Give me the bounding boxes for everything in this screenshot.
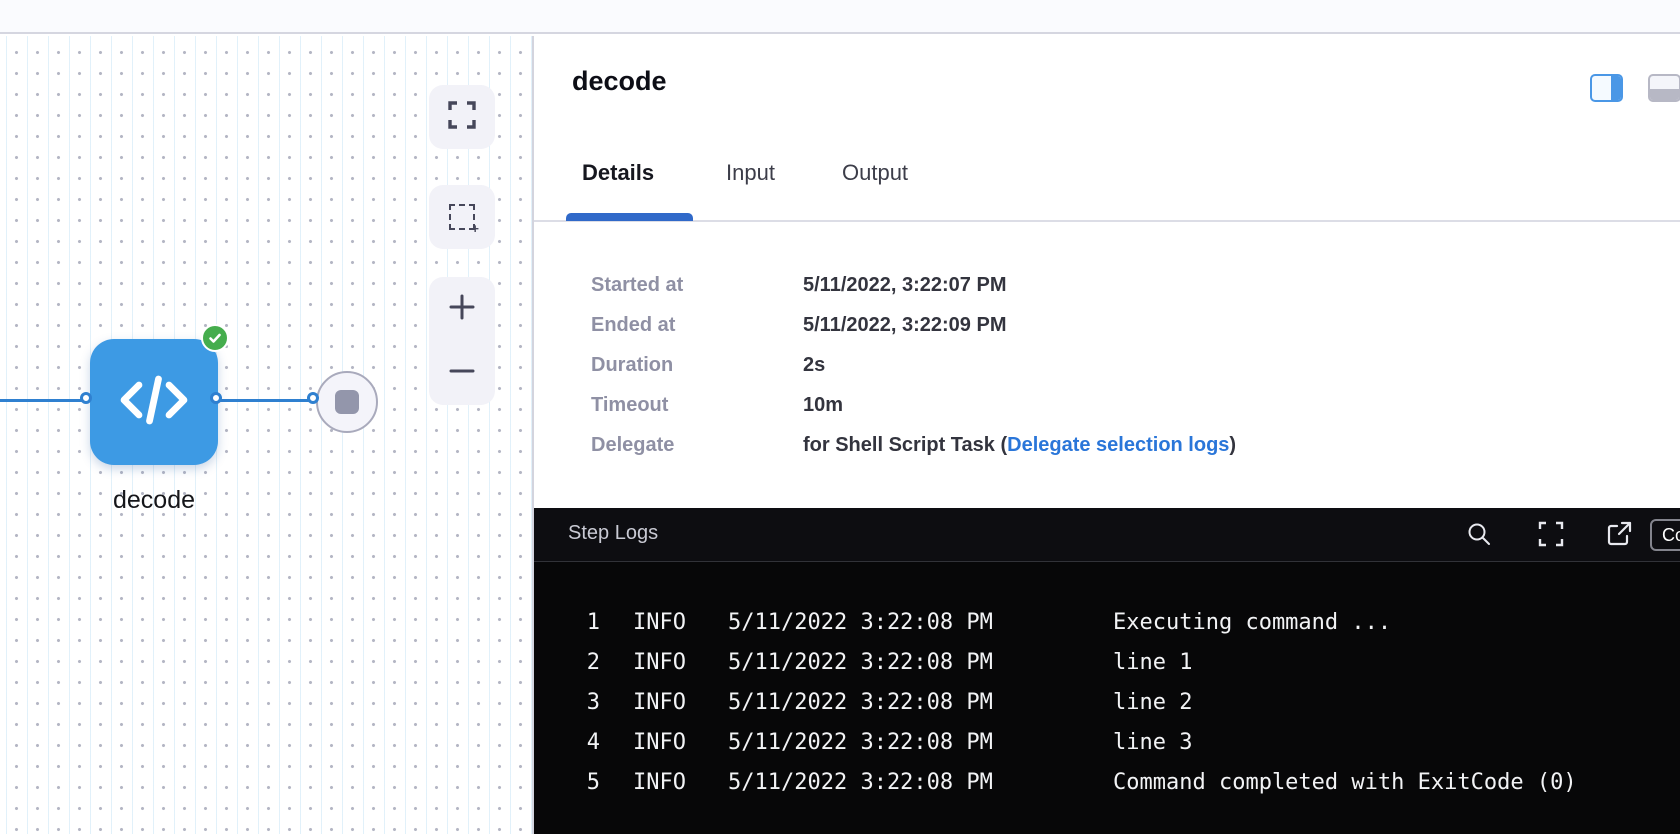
zoom-in-icon — [447, 292, 477, 327]
log-line-number: 2 — [558, 643, 600, 683]
stop-icon — [335, 390, 359, 414]
canvas-fullscreen-button[interactable] — [429, 85, 495, 149]
pipeline-canvas[interactable]: decode + — [0, 36, 534, 834]
node-port-left[interactable] — [80, 392, 92, 404]
detail-label: Ended at — [591, 314, 675, 337]
log-message: line 1 — [1113, 643, 1192, 683]
log-level: INFO — [633, 643, 686, 683]
code-icon — [118, 368, 190, 437]
detail-row-delegate: Delegate for Shell Script Task (Delegate… — [534, 434, 1634, 460]
console-view-button[interactable]: Co — [1650, 519, 1680, 551]
split-bottom-layout-icon — [1650, 89, 1679, 100]
log-timestamp: 5/11/2022 3:22:08 PM — [728, 763, 993, 803]
end-node-port[interactable] — [307, 392, 319, 404]
log-line: 4 INFO 5/11/2022 3:22:08 PM line 3 — [534, 723, 1680, 763]
log-line: 3 INFO 5/11/2022 3:22:08 PM line 2 — [534, 683, 1680, 723]
detail-value: for Shell Script Task (Delegate selectio… — [803, 434, 1236, 457]
delegate-selection-logs-link[interactable]: Delegate selection logs — [1007, 434, 1229, 456]
top-bar — [0, 0, 1680, 34]
log-level: INFO — [633, 723, 686, 763]
log-line-number: 5 — [558, 763, 600, 803]
log-line-number: 4 — [558, 723, 600, 763]
detail-row-timeout: Timeout 10m — [534, 394, 1634, 420]
search-logs-button[interactable] — [1465, 522, 1493, 550]
node-port-right[interactable] — [210, 392, 222, 404]
tab-input[interactable]: Input — [726, 160, 775, 186]
log-timestamp: 5/11/2022 3:22:08 PM — [728, 683, 993, 723]
log-line: 2 INFO 5/11/2022 3:22:08 PM line 1 — [534, 643, 1680, 683]
split-right-layout-icon — [1611, 76, 1621, 100]
log-message: Executing command ... — [1113, 603, 1391, 643]
log-level: INFO — [633, 763, 686, 803]
marquee-select-icon: + — [449, 204, 475, 230]
log-line-number: 1 — [558, 603, 600, 643]
detail-label: Delegate — [591, 434, 674, 457]
detail-label: Duration — [591, 354, 673, 377]
log-message: Command completed with ExitCode (0) — [1113, 763, 1577, 803]
log-timestamp: 5/11/2022 3:22:08 PM — [728, 643, 993, 683]
log-level: INFO — [633, 603, 686, 643]
step-node-decode[interactable] — [90, 339, 218, 465]
tab-details[interactable]: Details — [582, 160, 654, 186]
delegate-value-suffix: ) — [1229, 434, 1236, 456]
expand-icon — [1537, 520, 1565, 553]
detail-value: 10m — [803, 394, 843, 417]
step-logs-header: Step Logs — [534, 508, 1680, 562]
active-tab-underline — [566, 213, 693, 221]
step-logs-section: Step Logs — [534, 508, 1680, 834]
detail-value: 2s — [803, 354, 825, 377]
pipeline-end-node[interactable] — [316, 371, 378, 433]
tabs-divider — [534, 220, 1680, 222]
detail-value: 5/11/2022, 3:22:07 PM — [803, 274, 1006, 297]
log-line-number: 3 — [558, 683, 600, 723]
zoom-out-icon — [447, 356, 477, 391]
log-message: line 3 — [1113, 723, 1192, 763]
step-logs-title: Step Logs — [568, 522, 658, 545]
log-timestamp: 5/11/2022 3:22:08 PM — [728, 603, 993, 643]
detail-row-ended-at: Ended at 5/11/2022, 3:22:09 PM — [534, 314, 1634, 340]
delegate-value-prefix: for Shell Script Task ( — [803, 434, 1007, 456]
detail-row-started-at: Started at 5/11/2022, 3:22:07 PM — [534, 274, 1634, 300]
detail-label: Timeout — [591, 394, 668, 417]
log-line: 1 INFO 5/11/2022 3:22:08 PM Executing co… — [534, 603, 1680, 643]
tab-output[interactable]: Output — [842, 160, 908, 186]
step-title: decode — [572, 66, 667, 97]
open-in-new-icon — [1605, 520, 1633, 553]
split-right-layout-button[interactable] — [1590, 74, 1623, 102]
open-logs-new-tab-button[interactable] — [1605, 522, 1633, 550]
detail-label: Started at — [591, 274, 683, 297]
success-check-icon — [201, 324, 229, 352]
split-bottom-layout-button[interactable] — [1648, 74, 1680, 102]
pipeline-execution-screen: decode + — [0, 0, 1680, 834]
search-icon — [1466, 521, 1492, 552]
zoom-in-button[interactable] — [429, 277, 495, 341]
edge-incoming — [0, 399, 90, 402]
log-line: 5 INFO 5/11/2022 3:22:08 PM Command comp… — [534, 763, 1680, 803]
edge-outgoing — [219, 399, 316, 402]
log-timestamp: 5/11/2022 3:22:08 PM — [728, 723, 993, 763]
node-label: decode — [70, 486, 238, 515]
detail-value: 5/11/2022, 3:22:09 PM — [803, 314, 1006, 337]
log-level: INFO — [633, 683, 686, 723]
canvas-zoom-controls — [429, 277, 495, 405]
step-details-panel: decode Details Input Output Started at 5… — [534, 36, 1680, 508]
detail-row-duration: Duration 2s — [534, 354, 1634, 380]
canvas-marquee-select-button[interactable]: + — [429, 185, 495, 249]
zoom-out-button[interactable] — [429, 341, 495, 405]
log-message: line 2 — [1113, 683, 1192, 723]
expand-logs-button[interactable] — [1537, 522, 1565, 550]
fullscreen-icon — [446, 99, 478, 136]
